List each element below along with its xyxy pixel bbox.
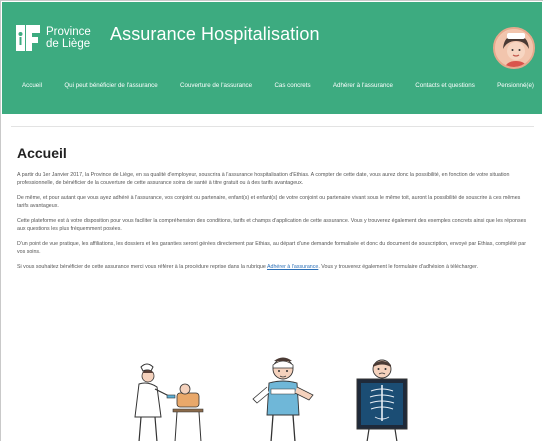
paragraph-5-before: Si vous souhaitez bénéficier de cette as… (17, 264, 267, 270)
adherer-link[interactable]: Adhérer à l'assurance (267, 264, 318, 270)
province-logo[interactable]: Province de Liège (16, 18, 91, 58)
page-title: Accueil (17, 145, 67, 161)
paragraph-2: De même, et pour autant que vous ayez ad… (17, 195, 521, 209)
nav-contacts[interactable]: Contacts et questions (415, 82, 475, 89)
bandaged-man-illustration (252, 357, 314, 441)
nav-pensionne[interactable]: Pensionné(e) (497, 82, 534, 89)
main-content: A partir du 1er Janvier 2017, la Provinc… (17, 171, 529, 278)
paragraph-5: Si vous souhaitez bénéficier de cette as… (17, 263, 529, 271)
paragraph-3: Cette plateforme est à votre disposition… (17, 218, 527, 232)
logo-line-2: de Liège (46, 38, 91, 50)
paragraph-4: D'un point de vue pratique, les affiliat… (17, 241, 526, 255)
site-header: Province de Liège Assurance Hospitalisat… (2, 2, 542, 114)
xray-man-illustration (356, 359, 408, 441)
page: Province de Liège Assurance Hospitalisat… (0, 0, 543, 441)
logo-line-1: Province (46, 26, 91, 38)
main-nav: Accueil Qui peut bénéficier de l'assuran… (2, 78, 542, 92)
logo-text: Province de Liège (46, 26, 91, 50)
province-liege-logo-icon (16, 23, 40, 53)
nurse-avatar-icon (493, 27, 535, 69)
content-divider (11, 126, 534, 127)
nav-couverture[interactable]: Couverture de l'assurance (180, 82, 252, 89)
paragraph-1: A partir du 1er Janvier 2017, la Provinc… (17, 172, 510, 186)
nav-accueil[interactable]: Accueil (22, 82, 42, 89)
illustrations (1, 331, 543, 441)
nav-qui-peut-beneficier[interactable]: Qui peut bénéficier de l'assurance (64, 82, 157, 89)
nav-adherer[interactable]: Adhérer à l'assurance (333, 82, 393, 89)
nav-cas-concrets[interactable]: Cas concrets (274, 82, 310, 89)
paragraph-5-after: . Vous y trouverez également le formulai… (318, 264, 479, 270)
site-title: Assurance Hospitalisation (110, 24, 320, 44)
nurse-child-illustration (134, 363, 204, 441)
